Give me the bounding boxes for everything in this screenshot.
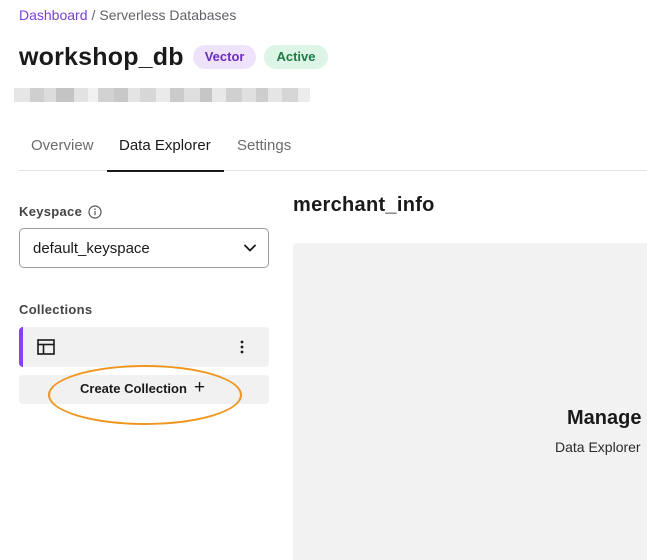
info-icon[interactable] bbox=[88, 204, 102, 219]
empty-state-panel: Manage Data Explorer bbox=[293, 243, 647, 560]
breadcrumb-separator: / bbox=[91, 7, 96, 23]
tab-settings[interactable]: Settings bbox=[237, 129, 291, 171]
status-badge: Active bbox=[264, 45, 328, 69]
tab-overview[interactable]: Overview bbox=[31, 129, 94, 171]
create-collection-button[interactable]: Create Collection + bbox=[19, 375, 269, 404]
title-row: workshop_db Vector Active bbox=[19, 40, 328, 74]
create-collection-label: Create Collection bbox=[80, 381, 187, 396]
more-options-icon[interactable] bbox=[239, 339, 245, 355]
redacted-database-id bbox=[14, 88, 310, 102]
keyspace-label: Keyspace bbox=[19, 204, 102, 219]
chevron-down-icon bbox=[244, 244, 256, 252]
vector-badge: Vector bbox=[192, 45, 257, 69]
empty-state-heading: Manage bbox=[567, 407, 642, 429]
empty-state-subtext: Data Explorer bbox=[555, 439, 641, 455]
collection-item-selected[interactable] bbox=[19, 327, 269, 367]
plus-icon: + bbox=[194, 377, 206, 398]
keyspace-select[interactable]: default_keyspace bbox=[19, 228, 269, 268]
tab-bar: Overview Data Explorer Settings bbox=[19, 129, 647, 172]
breadcrumb-dashboard-link[interactable]: Dashboard bbox=[19, 7, 88, 23]
collection-title: merchant_info bbox=[293, 194, 435, 216]
breadcrumb: Dashboard / Serverless Databases bbox=[19, 7, 236, 23]
keyspace-label-text: Keyspace bbox=[19, 204, 83, 219]
table-icon bbox=[37, 339, 55, 355]
breadcrumb-current: Serverless Databases bbox=[99, 7, 237, 23]
keyspace-select-value: default_keyspace bbox=[33, 239, 150, 257]
page-title: workshop_db bbox=[19, 42, 184, 71]
tab-data-explorer[interactable]: Data Explorer bbox=[107, 129, 224, 172]
collections-label: Collections bbox=[19, 302, 93, 317]
